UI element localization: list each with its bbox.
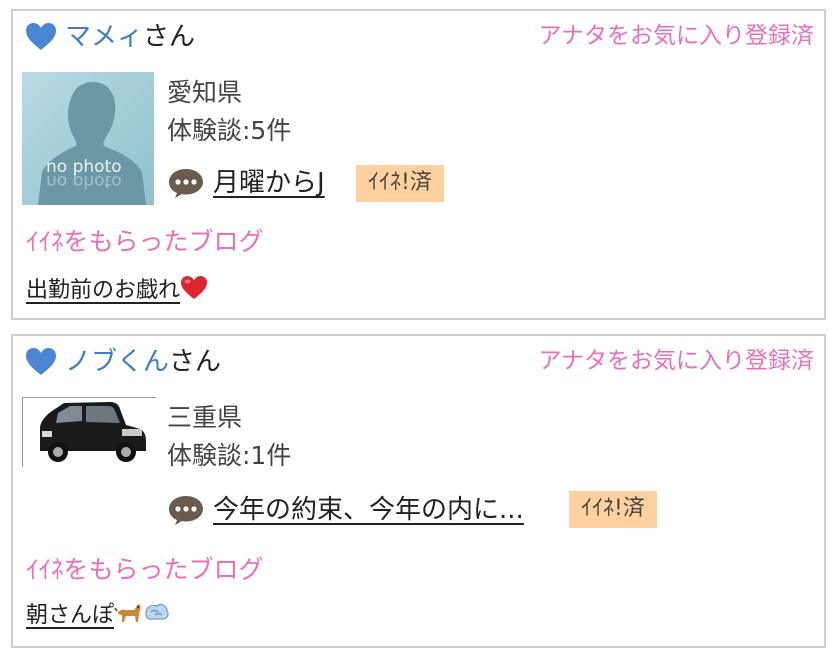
user-name[interactable]: マメィさん xyxy=(65,19,195,55)
experience-count: 体験談:5件 xyxy=(167,116,292,145)
red-heart-emoji-icon xyxy=(181,276,208,299)
iine-badge: ｲｲﾈ!済 xyxy=(569,491,657,528)
prefecture: 愛知県 xyxy=(167,78,243,107)
heart-icon xyxy=(26,348,56,375)
blog-link[interactable]: 出勤前のお戯れ xyxy=(26,275,208,307)
experience-count: 体験談:1件 xyxy=(167,441,292,470)
blog-title[interactable]: 朝さんぽ xyxy=(26,603,114,628)
user-name-text[interactable]: マメィ xyxy=(65,22,143,52)
heart-icon xyxy=(26,23,56,50)
latest-post-link[interactable]: 月曜からJ xyxy=(213,165,325,201)
blog-title[interactable]: 出勤前のお戯れ xyxy=(26,278,180,303)
black-minivan-photo[interactable] xyxy=(22,397,156,467)
blog-link[interactable]: 朝さんぽ xyxy=(26,600,170,632)
section-title: ｲｲﾈをもらったブログ xyxy=(26,555,264,584)
svg-text:no photo: no photo xyxy=(46,171,122,191)
user-name-text[interactable]: ノブくん xyxy=(65,347,169,377)
user-card: ノブくんさん アナタをお気に入り登録済 三重県 体験談:1件 今年の約束、今年の… xyxy=(11,334,826,648)
user-card: マメィさん アナタをお気に入り登録済 no photo no photo 愛知県… xyxy=(11,9,826,320)
user-name-suffix: さん xyxy=(143,22,196,52)
speech-bubble-icon xyxy=(169,169,203,198)
section-title: ｲｲﾈをもらったブログ xyxy=(26,227,264,256)
favorite-status: アナタをお気に入り登録済 xyxy=(538,23,814,49)
latest-post-link[interactable]: 今年の約束、今年の内に... xyxy=(213,492,524,528)
no-photo-avatar[interactable]: no photo no photo xyxy=(22,72,154,205)
prefecture: 三重県 xyxy=(167,403,243,432)
iine-badge: ｲｲﾈ!済 xyxy=(356,165,444,202)
dog-emoji-icon xyxy=(114,604,141,622)
favorite-status: アナタをお気に入り登録済 xyxy=(538,348,814,374)
user-name-suffix: さん xyxy=(169,347,222,377)
speech-bubble-icon xyxy=(169,496,203,525)
user-name[interactable]: ノブくんさん xyxy=(65,344,221,380)
dash-emoji-icon xyxy=(145,604,169,620)
